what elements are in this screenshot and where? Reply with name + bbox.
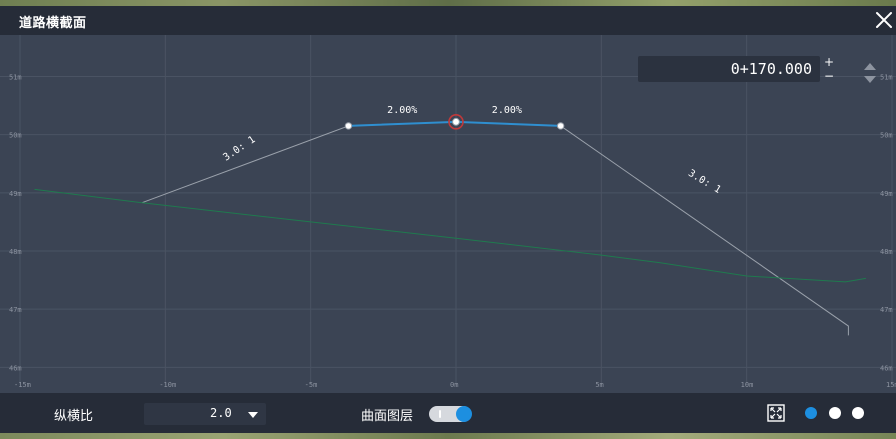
panel-titlebar: 道路横截面 [0,6,896,35]
control-bar: 纵横比 2.0 曲面图层 [0,393,896,433]
x-tick-label: 10m [741,381,754,389]
y-tick-label-right: 49m [880,190,893,198]
y-tick-label: 47m [9,306,22,314]
close-icon[interactable] [872,8,896,32]
slope-annotation: 2.00% [492,105,522,116]
y-tick-label-right: 46m [880,364,893,372]
toggle-knob [456,406,472,422]
series-slope-right [560,125,849,336]
station-stepper-icon[interactable] [860,60,880,86]
background-terrain-bottom [0,433,896,439]
toggle-mark [439,410,441,418]
y-tick-label-right: 51m [880,73,893,81]
x-tick-label: -5m [305,381,318,389]
station-input[interactable]: 0+170.000 [638,56,820,82]
panel-title: 道路横截面 [19,16,87,31]
slope-annotation: 3.0: 1 [686,168,723,196]
ratio-select[interactable]: 2.0 [144,403,266,425]
y-tick-label-right: 50m [880,132,893,140]
y-tick-label: 46m [9,364,22,372]
surface-layer-toggle[interactable] [429,406,472,422]
y-tick-label-right: 48m [880,248,893,256]
chart-svg: 51m 51m 50m 50m 49m 49m 48m 48m 47m 47m 46m 46m -15m… [0,35,896,389]
y-tick-label: 51m [9,73,22,81]
center-point [452,117,460,126]
x-tick-label: 0m [450,381,458,389]
x-tick-label: 15m [886,381,896,389]
slope-annotation: 3.0: 1 [221,134,257,163]
chevron-down-icon [248,412,258,418]
y-tick-label-right: 47m [880,306,893,314]
y-tick-label: 49m [9,190,22,198]
x-tick-label: -15m [14,381,31,389]
vertex-point [556,122,565,130]
station-minus-button[interactable]: − [824,70,834,82]
x-tick-label: -10m [159,381,176,389]
series-ground [34,188,866,283]
theme-dot-white[interactable] [829,407,841,419]
ratio-label: 纵横比 [54,409,94,424]
cross-section-chart: 51m 51m 50m 50m 49m 49m 48m 48m 47m 47m 46m 46m -15m… [0,35,896,393]
theme-dot-white-2[interactable] [852,407,864,419]
vertex-point [344,122,353,130]
y-tick-label: 48m [9,248,22,256]
ratio-value: 2.0 [210,406,232,420]
surface-layer-label: 曲面图层 [361,409,414,424]
x-tick-label: 5m [595,381,603,389]
cross-section-panel: 道路横截面 51m 51m 50m 50m 49m 49m 48m 48m 47m 47m 46m 4… [0,6,896,433]
theme-dot-blue[interactable] [805,407,817,419]
fit-view-icon[interactable] [767,404,785,422]
slope-annotation: 2.00% [387,105,417,116]
station-value: 0+170.000 [730,60,812,78]
y-tick-label: 50m [9,132,22,140]
station-plus-button[interactable]: + [824,56,834,68]
